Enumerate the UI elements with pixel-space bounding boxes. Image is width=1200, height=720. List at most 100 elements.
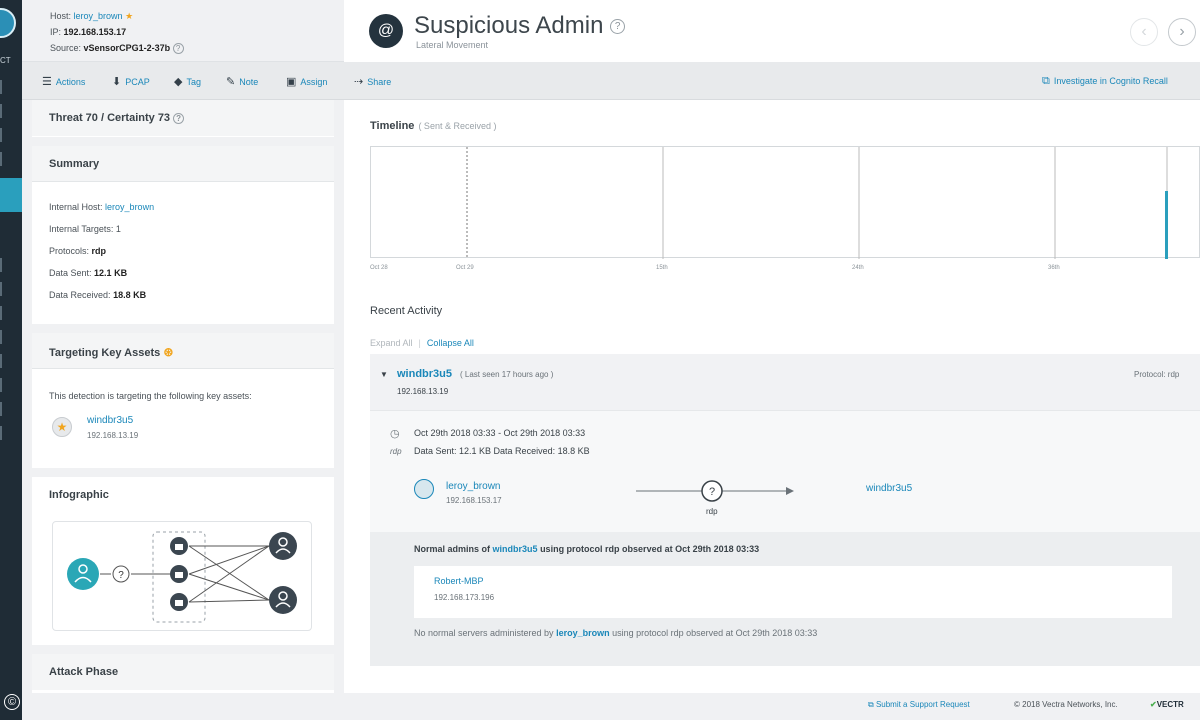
nav-item[interactable]: [0, 378, 22, 392]
summary-row: Data Received: 18.8 KB: [32, 284, 334, 306]
flow-protocol: rdp: [706, 507, 718, 516]
star-icon: ★: [125, 11, 134, 21]
collapse-all-link[interactable]: Collapse All: [427, 338, 474, 348]
footer-brand-text: VECTR: [1156, 700, 1184, 709]
nav-item[interactable]: [0, 354, 22, 368]
brand-stub: CT: [0, 56, 11, 65]
host-link[interactable]: leroy_brown: [74, 11, 123, 21]
nav-item[interactable]: [0, 80, 22, 94]
host-info: Host: leroy_brown ★ IP: 192.168.153.17 S…: [50, 8, 184, 56]
summary-title: Summary: [32, 146, 334, 182]
normal-admins-section: Normal admins of windbr3u5 using protoco…: [370, 532, 1200, 666]
nav-item[interactable]: [0, 402, 22, 416]
detection-header: @ Suspicious Admin ? Lateral Movement ‹ …: [344, 0, 1200, 62]
timeline-title-text: Timeline: [370, 120, 415, 132]
ip-label: IP:: [50, 27, 62, 37]
svg-text:?: ?: [709, 486, 715, 498]
svg-text:?: ?: [118, 570, 124, 581]
infographic-diagram: ?: [52, 521, 312, 631]
nav-item[interactable]: [0, 128, 22, 142]
summary-row: Internal Host: leroy_brown: [32, 196, 334, 218]
share-icon: ⇢: [354, 76, 364, 88]
action-bar: ☰ Actions ⬇ PCAP ◆ Tag ✎ Note ▣ Assign ⇢ Share…: [22, 62, 1200, 100]
top-bar: Host: leroy_brown ★ IP: 192.168.153.17 S…: [22, 0, 1200, 62]
tag-icon: ◆: [174, 76, 183, 88]
actions-button[interactable]: ☰ Actions: [42, 75, 85, 88]
download-icon: ⬇: [112, 76, 122, 88]
threat-score: Threat 70 / Certainty 73 ?: [32, 100, 334, 136]
time-range: Oct 29th 2018 03:33 - Oct 29th 2018 03:3…: [414, 428, 586, 438]
investigate-label: Investigate in Cognito Recall: [1053, 76, 1168, 86]
target-icon: ⊛: [163, 345, 174, 359]
help-icon[interactable]: ?: [610, 19, 626, 35]
host-label: Host:: [50, 11, 72, 21]
nav-item[interactable]: [0, 282, 22, 296]
destination-host-link[interactable]: windbr3u5: [866, 483, 912, 494]
timeline-tick: 15th: [656, 265, 668, 271]
nav-item[interactable]: [0, 152, 22, 166]
tag-button[interactable]: ◆ Tag: [174, 75, 201, 88]
no-servers-line: No normal servers administered by leroy_…: [414, 628, 817, 638]
source-ip: 192.168.153.17: [446, 496, 502, 505]
timeline-title: Timeline( Sent & Received ): [370, 120, 496, 132]
protocol-short: rdp: [390, 447, 402, 456]
summary-value: 18.8 KB: [113, 290, 147, 300]
next-detection-button[interactable]: ›: [1168, 18, 1196, 46]
investigate-link[interactable]: ⧉ Investigate in Cognito Recall: [1042, 75, 1168, 88]
expand-collapse: Expand All | Collapse All: [370, 338, 474, 348]
threat-text: Threat 70 / Certainty 73: [49, 112, 171, 124]
assign-button[interactable]: ▣ Assign: [286, 75, 327, 88]
caret-down-icon[interactable]: ▼: [380, 370, 388, 379]
no-servers-host-link[interactable]: leroy_brown: [556, 628, 610, 638]
key-assets-title-text: Targeting Key Assets: [49, 347, 161, 359]
summary-row: Protocols: rdp: [32, 240, 334, 262]
external-link-icon: ⧉: [1042, 75, 1050, 87]
nav-item[interactable]: [0, 258, 22, 272]
key-asset-name[interactable]: windbr3u5: [87, 415, 133, 426]
internal-host-link[interactable]: leroy_brown: [105, 202, 154, 212]
note-label: Note: [239, 77, 259, 87]
summary-value: 1: [115, 224, 121, 234]
support-link[interactable]: ⧉ Submit a Support Request: [868, 700, 970, 710]
attack-phase-card: Attack Phase: [32, 654, 334, 693]
timeline-tick: 24th: [852, 265, 864, 271]
key-assets-text: This detection is targeting the followin…: [49, 391, 252, 401]
summary-list: Internal Host: leroy_brown Internal Targ…: [32, 182, 334, 306]
list-icon: ☰: [42, 76, 52, 88]
target-host-link[interactable]: windbr3u5: [397, 368, 452, 380]
pcap-button[interactable]: ⬇ PCAP: [112, 75, 150, 88]
timeline-chart[interactable]: [370, 146, 1200, 259]
activity-bar[interactable]: [1165, 191, 1168, 259]
nav-item[interactable]: [0, 330, 22, 344]
nav-item[interactable]: [0, 426, 22, 440]
normal-admin-ip: 192.168.173.196: [434, 593, 495, 602]
prev-detection-button[interactable]: ‹: [1130, 18, 1158, 46]
expand-all-link[interactable]: Expand All: [370, 338, 413, 348]
normal-admins-post: using protocol rdp observed at Oct 29th …: [540, 544, 760, 554]
nav-item-detections[interactable]: [0, 178, 22, 212]
protocol-label: Protocol: rdp: [1134, 370, 1180, 379]
nav-item[interactable]: [0, 306, 22, 320]
timeline-tick: Oct 29: [456, 265, 474, 271]
support-label: Submit a Support Request: [875, 700, 970, 709]
nav-item[interactable]: [0, 104, 22, 118]
ip-value: 192.168.153.17: [63, 27, 127, 37]
no-servers-post: using protocol rdp observed at Oct 29th …: [612, 628, 818, 638]
copyright-mark: ©: [4, 694, 20, 710]
external-link-icon: ⧉: [868, 700, 876, 709]
help-icon[interactable]: ?: [173, 112, 185, 124]
help-icon[interactable]: ?: [172, 43, 184, 55]
normal-admins-host-link[interactable]: windbr3u5: [493, 544, 538, 554]
normal-admin-link[interactable]: Robert-MBP: [434, 576, 484, 586]
vectra-logo-icon[interactable]: [0, 8, 16, 38]
copyright: © 2018 Vectra Networks, Inc.: [1014, 700, 1118, 709]
attack-phase-title: Attack Phase: [32, 654, 334, 690]
note-button[interactable]: ✎ Note: [226, 75, 258, 88]
clock-icon: ◷: [390, 428, 400, 440]
summary-value: 12.1 KB: [94, 268, 128, 278]
share-button[interactable]: ⇢ Share: [354, 75, 391, 88]
activity-header[interactable]: ▼ windbr3u5 ( Last seen 17 hours ago ) 1…: [370, 354, 1200, 410]
separator: |: [418, 338, 421, 348]
source-host-link[interactable]: leroy_brown: [446, 481, 500, 492]
infographic-svg: ?: [67, 531, 297, 623]
